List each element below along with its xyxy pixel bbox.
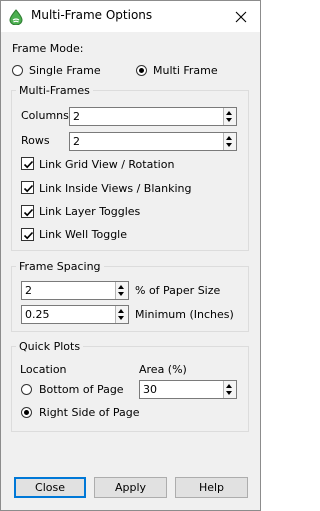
close-window-icon[interactable] (231, 7, 251, 27)
frame-spacing-group-title: Frame Spacing (16, 260, 104, 273)
columns-value: 2 (73, 110, 80, 123)
help-button[interactable]: Help (175, 477, 248, 498)
area-percent-value: 30 (143, 383, 157, 396)
link-grid-view-label[interactable]: Link Grid View / Rotation (39, 158, 174, 171)
checkmark-icon (23, 208, 34, 217)
spin-down-icon[interactable] (226, 118, 232, 122)
title-bar: Multi-Frame Options (1, 1, 260, 32)
bottom-of-page-label[interactable]: Bottom of Page (39, 383, 124, 396)
rows-value: 2 (73, 135, 80, 148)
bottom-of-page-radio[interactable] (21, 384, 32, 395)
radio-selected-dot (24, 410, 29, 415)
link-inside-views-label[interactable]: Link Inside Views / Blanking (39, 182, 192, 195)
link-layer-toggles-label[interactable]: Link Layer Toggles (39, 205, 140, 218)
spin-up-icon[interactable] (118, 309, 124, 313)
single-frame-radio[interactable] (12, 65, 23, 76)
single-frame-label[interactable]: Single Frame (29, 64, 101, 77)
radio-selected-dot (139, 68, 144, 73)
spin-up-icon[interactable] (226, 111, 232, 115)
rows-spinner[interactable]: 2 (69, 132, 237, 151)
paper-size-spacing-label: % of Paper Size (135, 284, 221, 297)
checkmark-icon (23, 184, 34, 193)
paper-size-spacing-spinner[interactable]: 2 (21, 281, 129, 300)
spin-down-icon[interactable] (118, 292, 124, 296)
spin-up-icon[interactable] (118, 285, 124, 289)
spin-up-icon[interactable] (226, 384, 232, 388)
minimum-spin-arrows[interactable] (115, 306, 128, 323)
columns-spinner[interactable]: 2 (69, 107, 237, 126)
link-grid-view-checkbox[interactable] (21, 157, 34, 170)
minimum-inches-label: Minimum (Inches) (135, 308, 234, 321)
quick-plots-group-title: Quick Plots (16, 340, 84, 353)
spin-down-icon[interactable] (226, 391, 232, 395)
checkmark-icon (23, 231, 34, 240)
link-inside-views-checkbox[interactable] (21, 181, 34, 194)
multi-frames-group-title: Multi-Frames (16, 84, 93, 97)
minimum-inches-spinner[interactable]: 0.25 (21, 305, 129, 324)
frame-mode-label: Frame Mode: (12, 42, 84, 55)
area-spin-arrows[interactable] (223, 381, 236, 398)
area-percent-label: Area (%) (139, 363, 187, 376)
multi-frame-radio[interactable] (136, 65, 147, 76)
columns-label: Columns (21, 109, 69, 122)
link-well-toggle-checkbox[interactable] (21, 228, 34, 241)
location-label: Location (20, 363, 67, 376)
right-side-of-page-label[interactable]: Right Side of Page (39, 406, 139, 419)
right-side-of-page-radio[interactable] (21, 407, 32, 418)
spin-up-icon[interactable] (226, 136, 232, 140)
app-drop-icon (9, 9, 23, 26)
multi-frame-options-dialog: Multi-Frame Options Frame Mode: Single F… (0, 0, 261, 511)
link-layer-toggles-checkbox[interactable] (21, 205, 34, 218)
area-percent-spinner[interactable]: 30 (139, 380, 237, 399)
window-title: Multi-Frame Options (31, 8, 153, 22)
multi-frame-label[interactable]: Multi Frame (153, 64, 218, 77)
columns-spin-arrows[interactable] (223, 108, 236, 125)
paper-size-spacing-value: 2 (25, 284, 32, 297)
checkmark-icon (23, 160, 34, 169)
spin-down-icon[interactable] (226, 143, 232, 147)
close-button[interactable]: Close (14, 477, 86, 498)
spacing-spin-arrows[interactable] (115, 282, 128, 299)
link-well-toggle-label[interactable]: Link Well Toggle (39, 228, 127, 241)
apply-button[interactable]: Apply (94, 477, 167, 498)
spin-down-icon[interactable] (118, 316, 124, 320)
rows-label: Rows (21, 134, 50, 147)
minimum-inches-value: 0.25 (25, 308, 50, 321)
rows-spin-arrows[interactable] (223, 133, 236, 150)
